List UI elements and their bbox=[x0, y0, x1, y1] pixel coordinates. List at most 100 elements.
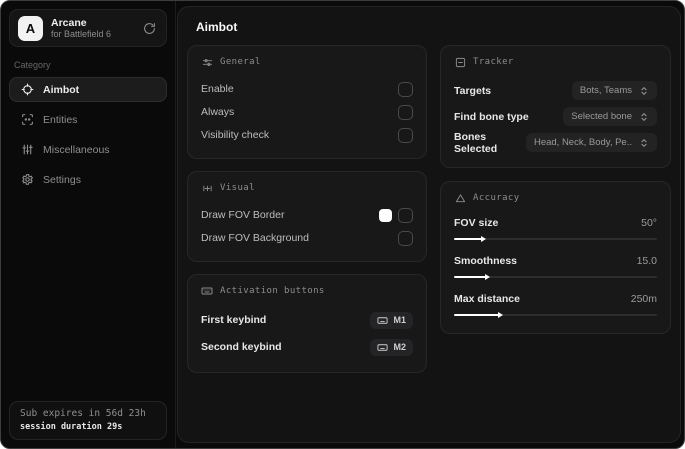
dropdown-value: Selected bone bbox=[571, 111, 632, 122]
content-columns: General Enable Always Visibility check V… bbox=[178, 43, 680, 375]
visual-card-header: Visual bbox=[201, 182, 413, 194]
tracker-card: Tracker Targets Bots, Teams Find bone ty… bbox=[440, 45, 671, 168]
chevrons-up-down-icon bbox=[639, 86, 649, 96]
fov-background-checkbox[interactable] bbox=[398, 230, 413, 246]
general-card: General Enable Always Visibility check bbox=[187, 45, 427, 159]
fov-border-controls bbox=[379, 207, 413, 223]
category-label: Category bbox=[14, 60, 51, 70]
sidebar: A Arcane for Battlefield 6 Category Aimb… bbox=[1, 1, 176, 448]
setting-label: Draw FOV Background bbox=[201, 232, 309, 244]
sidebar-nav: Aimbot Entities Miscellaneous Settings bbox=[9, 77, 167, 192]
sliders-horizontal-icon bbox=[201, 56, 213, 68]
sidebar-item-entities[interactable]: Entities bbox=[9, 107, 167, 132]
max-distance-slider[interactable] bbox=[454, 311, 657, 319]
triangle-icon bbox=[454, 192, 466, 204]
sidebar-item-label: Miscellaneous bbox=[43, 143, 110, 156]
enable-checkbox[interactable] bbox=[398, 81, 413, 97]
sidebar-item-label: Settings bbox=[43, 173, 81, 186]
setting-label: Second keybind bbox=[201, 341, 282, 353]
keyboard-icon bbox=[377, 342, 389, 353]
session-duration-text: session duration 29s bbox=[20, 422, 123, 432]
slider-value: 50° bbox=[641, 217, 657, 229]
card-title-label: Accuracy bbox=[473, 193, 520, 203]
keybind-value: M1 bbox=[393, 315, 406, 325]
scan-icon bbox=[20, 113, 34, 127]
setting-row-fov-background: Draw FOV Background bbox=[201, 227, 413, 249]
fov-border-checkbox[interactable] bbox=[398, 207, 413, 223]
app-logo: A bbox=[18, 15, 43, 41]
tracker-card-header: Tracker bbox=[454, 56, 657, 68]
logo-card: A Arcane for Battlefield 6 bbox=[9, 9, 167, 47]
setting-row-visibility-check: Visibility check bbox=[201, 124, 413, 146]
left-column: General Enable Always Visibility check V… bbox=[187, 45, 427, 373]
card-title-label: Visual bbox=[220, 183, 255, 193]
slider-group-max-distance: Max distance 250m bbox=[454, 290, 657, 319]
slider-header: Max distance 250m bbox=[454, 290, 657, 308]
sidebar-item-miscellaneous[interactable]: Miscellaneous bbox=[9, 137, 167, 162]
always-checkbox[interactable] bbox=[398, 104, 413, 120]
slider-group-smoothness: Smoothness 15.0 bbox=[454, 252, 657, 281]
page-title: Aimbot bbox=[196, 20, 238, 34]
setting-label: First keybind bbox=[201, 314, 267, 326]
setting-label: Max distance bbox=[454, 293, 520, 305]
adjust-icon bbox=[201, 182, 213, 194]
tracker-row-bones-selected: Bones Selected Head, Neck, Body, Pe.. bbox=[454, 130, 657, 155]
card-title-label: Tracker bbox=[473, 57, 514, 67]
keybind-row-first: First keybind M1 bbox=[201, 307, 413, 333]
main-wrap: Aimbot General Enable Always Visibility … bbox=[176, 1, 684, 448]
sidebar-item-settings[interactable]: Settings bbox=[9, 167, 167, 192]
crosshair-icon bbox=[20, 83, 34, 97]
setting-label: Find bone type bbox=[454, 110, 529, 123]
setting-label: Visibility check bbox=[201, 129, 270, 141]
slider-header: FOV size 50° bbox=[454, 214, 657, 232]
second-keybind-button[interactable]: M2 bbox=[370, 338, 413, 356]
visual-card: Visual Draw FOV Border Draw FOV Backgrou… bbox=[187, 171, 427, 262]
sidebar-item-label: Entities bbox=[43, 113, 78, 126]
slider-value: 15.0 bbox=[636, 255, 657, 267]
slider-thumb[interactable] bbox=[454, 238, 483, 240]
refresh-icon[interactable] bbox=[140, 19, 158, 37]
slider-thumb[interactable] bbox=[454, 314, 499, 316]
setting-label: Enable bbox=[201, 83, 234, 95]
slider-header: Smoothness 15.0 bbox=[454, 252, 657, 270]
visibility-check-checkbox[interactable] bbox=[398, 127, 413, 143]
keybind-value: M2 bbox=[393, 342, 406, 352]
dropdown-value: Bots, Teams bbox=[579, 85, 632, 96]
app-title: Arcane bbox=[51, 16, 87, 29]
setting-row-enable: Enable bbox=[201, 78, 413, 100]
color-swatch[interactable] bbox=[379, 208, 392, 222]
accuracy-card-header: Accuracy bbox=[454, 192, 657, 204]
slider-group-fov-size: FOV size 50° bbox=[454, 214, 657, 243]
activation-card-header: Activation buttons bbox=[201, 285, 413, 297]
first-keybind-button[interactable]: M1 bbox=[370, 311, 413, 329]
bones-selected-dropdown[interactable]: Head, Neck, Body, Pe.. bbox=[525, 133, 657, 152]
main-panel: Aimbot General Enable Always Visibility … bbox=[177, 6, 681, 443]
setting-label: Smoothness bbox=[454, 255, 518, 267]
sidebar-item-label: Aimbot bbox=[43, 83, 80, 96]
setting-label: Always bbox=[201, 106, 235, 118]
setting-row-fov-border: Draw FOV Border bbox=[201, 204, 413, 226]
fov-size-slider[interactable] bbox=[454, 235, 657, 243]
dropdown-value: Head, Neck, Body, Pe.. bbox=[533, 137, 632, 148]
accuracy-card: Accuracy FOV size 50° Smoothness 15.0 Ma… bbox=[440, 181, 671, 334]
tracker-row-find-bone-type: Find bone type Selected bone bbox=[454, 104, 657, 129]
setting-label: FOV size bbox=[454, 217, 499, 229]
sub-expiry-text: Sub expires in 56d 23h bbox=[20, 408, 146, 419]
setting-label: Bones Selected bbox=[454, 130, 498, 155]
activation-buttons-card: Activation buttons First keybind M1 Seco… bbox=[187, 274, 427, 373]
card-title-label: Activation buttons bbox=[220, 286, 325, 296]
slider-thumb[interactable] bbox=[454, 276, 487, 278]
tracker-row-targets: Targets Bots, Teams bbox=[454, 78, 657, 103]
chevrons-up-down-icon bbox=[639, 138, 649, 148]
smoothness-slider[interactable] bbox=[454, 273, 657, 281]
find-bone-type-dropdown[interactable]: Selected bone bbox=[563, 107, 657, 126]
app-subtitle: for Battlefield 6 bbox=[51, 28, 112, 39]
slider-value: 250m bbox=[630, 293, 657, 305]
keybind-row-second: Second keybind M2 bbox=[201, 334, 413, 360]
sidebar-item-aimbot[interactable]: Aimbot bbox=[9, 77, 167, 102]
logo-text: Arcane for Battlefield 6 bbox=[51, 17, 132, 40]
targets-dropdown[interactable]: Bots, Teams bbox=[571, 81, 657, 100]
setting-row-always: Always bbox=[201, 101, 413, 123]
minus-square-icon bbox=[454, 56, 466, 68]
